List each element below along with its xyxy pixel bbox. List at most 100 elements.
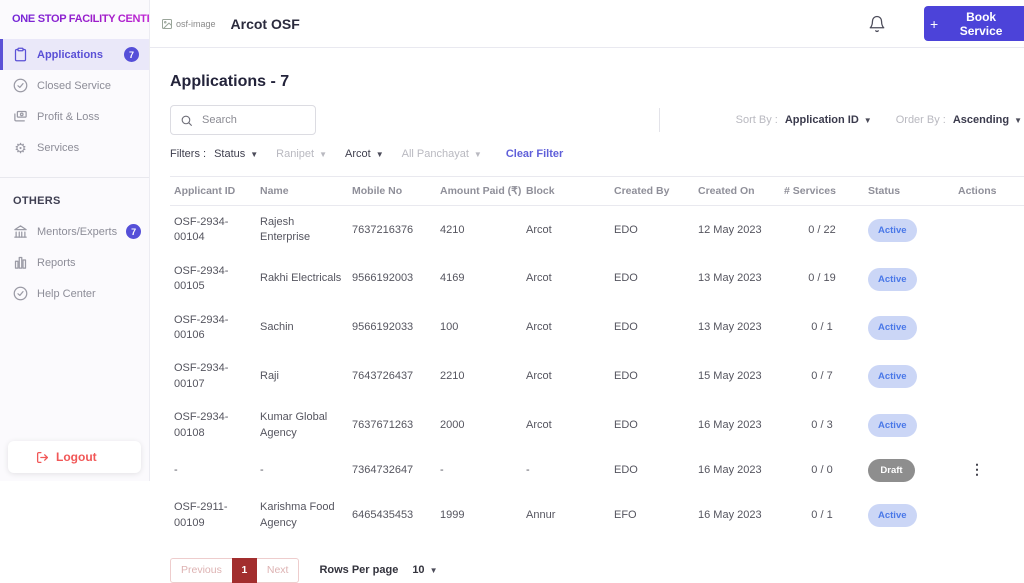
status-filter-dropdown[interactable]: Status ▼ bbox=[214, 148, 258, 160]
cell-created-by: EDO bbox=[614, 463, 638, 476]
search-icon bbox=[181, 115, 192, 126]
sidebar-item-label: Services bbox=[37, 141, 80, 154]
sidebar-item-closed-service[interactable]: Closed Service bbox=[0, 70, 149, 101]
cell-name: - bbox=[260, 463, 264, 476]
cell-applicant-id: OSF-2934-00105 bbox=[174, 264, 229, 293]
cell-created-on: 16 May 2023 bbox=[698, 463, 762, 476]
status-badge[interactable]: Active bbox=[868, 218, 917, 243]
applications-table-wrap: Applicant ID Name Mobile No Amount Paid … bbox=[170, 176, 1024, 540]
next-page-button[interactable]: Next bbox=[256, 557, 300, 583]
cell-name: Rakhi Electricals bbox=[260, 272, 342, 285]
sort-by-dropdown[interactable]: Sort By : Application ID ▼ bbox=[736, 114, 872, 126]
table-row[interactable]: OSF-2934-00106 Sachin 9566192033 100 Arc… bbox=[170, 304, 1024, 353]
col-name: Name bbox=[256, 176, 348, 206]
mentor-bank-icon bbox=[13, 224, 28, 239]
cell-name: Kumar Global Agency bbox=[260, 411, 328, 439]
table-row[interactable]: OSF-2934-00104 Rajesh Enterprise 7637216… bbox=[170, 206, 1024, 255]
cell-mobile-no: 7643726437 bbox=[352, 370, 414, 383]
block-filter-value: Arcot bbox=[345, 148, 371, 160]
search-box[interactable] bbox=[170, 105, 316, 135]
rows-per-page-value: 10 bbox=[412, 564, 425, 577]
content-area: Applications - 7 Sort By : Application I… bbox=[150, 48, 1024, 583]
cell-block: Arcot bbox=[526, 321, 552, 334]
cell-created-by: EDO bbox=[614, 418, 638, 431]
row-actions-menu-icon[interactable]: ⋮ bbox=[958, 462, 984, 476]
mentors-count-badge: 7 bbox=[126, 224, 142, 239]
sidebar-item-mentors-experts[interactable]: Mentors/Experts 7 bbox=[0, 216, 149, 247]
table-body: OSF-2934-00104 Rajesh Enterprise 7637216… bbox=[170, 206, 1024, 540]
table-row[interactable]: OSF-2934-00107 Raji 7643726437 2210 Arco… bbox=[170, 352, 1024, 401]
cell-mobile-no: 7637671263 bbox=[352, 418, 414, 431]
logo-alt-text: osf-image bbox=[176, 18, 216, 29]
cell-name: Karishma Food Agency bbox=[260, 501, 335, 529]
gear-icon: ⚙ bbox=[14, 139, 27, 156]
col-created-by: Created By bbox=[610, 176, 694, 206]
cell-actions: ⋮ bbox=[954, 491, 1024, 540]
cell-actions: ⋮ bbox=[954, 352, 1024, 401]
status-filter-value: Status bbox=[214, 148, 246, 160]
status-badge[interactable]: Active bbox=[868, 413, 917, 438]
cell-name: Raji bbox=[260, 370, 279, 383]
logout-button[interactable]: Logout bbox=[8, 441, 141, 473]
main-column: osf-image Arcot OSF + Book Service Appli… bbox=[150, 0, 1024, 583]
sidebar-item-reports[interactable]: Reports bbox=[0, 247, 149, 278]
logout-icon bbox=[36, 451, 49, 464]
cell-created-by: EDO bbox=[614, 272, 638, 285]
cell-name: Sachin bbox=[260, 321, 294, 334]
rows-per-page-dropdown[interactable]: 10 ▼ bbox=[412, 564, 437, 576]
status-badge[interactable]: Active bbox=[868, 316, 917, 340]
app-root: ONE STOP FACILITY CENTRE Applications 7 … bbox=[0, 0, 1024, 583]
notification-bell-icon[interactable] bbox=[868, 15, 886, 33]
status-badge[interactable]: Active bbox=[868, 267, 917, 291]
logout-label: Logout bbox=[56, 450, 97, 464]
money-notes-icon bbox=[13, 109, 28, 124]
previous-page-button[interactable]: Previous bbox=[170, 557, 232, 583]
cell-status: Active bbox=[864, 352, 954, 401]
sidebar-item-help-center[interactable]: Help Center bbox=[0, 278, 149, 309]
chevron-down-icon: ▼ bbox=[375, 149, 384, 159]
search-input[interactable] bbox=[200, 113, 306, 127]
table-row[interactable]: - - 7364732647 - - EDO 16 May 2023 0 / 0… bbox=[170, 450, 1024, 491]
order-by-value: Ascending bbox=[952, 114, 1010, 126]
district-filter-dropdown[interactable]: Ranipet ▼ bbox=[276, 148, 327, 160]
cell-name: Rajesh Enterprise bbox=[260, 216, 311, 244]
clear-filter-link[interactable]: Clear Filter bbox=[506, 148, 563, 160]
cell-applicant-id: - bbox=[174, 463, 178, 476]
check-circle-icon bbox=[13, 78, 28, 93]
cell-created-by: EDO bbox=[614, 223, 638, 236]
cell-status: Active bbox=[864, 401, 954, 450]
order-by-dropdown[interactable]: Order By : Ascending ▼ bbox=[896, 114, 1022, 126]
cell-created-by: EDO bbox=[614, 370, 638, 383]
cell-block: Annur bbox=[526, 508, 556, 521]
book-service-button[interactable]: + Book Service bbox=[924, 6, 1024, 41]
cell-status: Active bbox=[864, 491, 954, 540]
cell-actions: ⋮ bbox=[954, 206, 1024, 255]
cell-actions: ⋮ bbox=[954, 304, 1024, 353]
sidebar-item-applications[interactable]: Applications 7 bbox=[0, 39, 149, 70]
panchayat-filter-dropdown[interactable]: All Panchayat ▼ bbox=[402, 148, 482, 160]
applications-table: Applicant ID Name Mobile No Amount Paid … bbox=[170, 176, 1024, 540]
cell-created-by: EFO bbox=[614, 508, 637, 521]
status-badge[interactable]: Active bbox=[868, 365, 917, 389]
rows-per-page: Rows Per page 10 ▼ bbox=[319, 564, 437, 576]
sidebar-item-services[interactable]: ⚙ Services bbox=[0, 132, 149, 163]
table-row[interactable]: OSF-2911-00109 Karishma Food Agency 6465… bbox=[170, 491, 1024, 540]
table-row[interactable]: OSF-2934-00105 Rakhi Electricals 9566192… bbox=[170, 255, 1024, 304]
table-row[interactable]: OSF-2934-00108 Kumar Global Agency 76376… bbox=[170, 401, 1024, 450]
sidebar-item-label: Help Center bbox=[37, 287, 96, 300]
cell-services: 0 / 22 bbox=[808, 223, 836, 236]
cell-mobile-no: 9566192003 bbox=[352, 272, 414, 285]
sidebar-item-label: Mentors/Experts bbox=[37, 225, 118, 238]
sidebar: ONE STOP FACILITY CENTRE Applications 7 … bbox=[0, 0, 162, 481]
status-badge[interactable]: Active bbox=[868, 503, 917, 528]
status-badge[interactable]: Draft bbox=[868, 458, 915, 483]
chevron-down-icon: ▼ bbox=[473, 149, 482, 159]
cell-status: Active bbox=[864, 206, 954, 255]
help-center-icon bbox=[13, 286, 28, 301]
sidebar-item-profit-loss[interactable]: Profit & Loss bbox=[0, 101, 149, 132]
sort-by-label: Sort By : bbox=[735, 114, 778, 126]
col-block: Block bbox=[522, 176, 610, 206]
current-page-button[interactable]: 1 bbox=[231, 557, 257, 583]
block-filter-dropdown[interactable]: Arcot ▼ bbox=[345, 148, 384, 160]
district-filter-value: Ranipet bbox=[276, 148, 315, 160]
